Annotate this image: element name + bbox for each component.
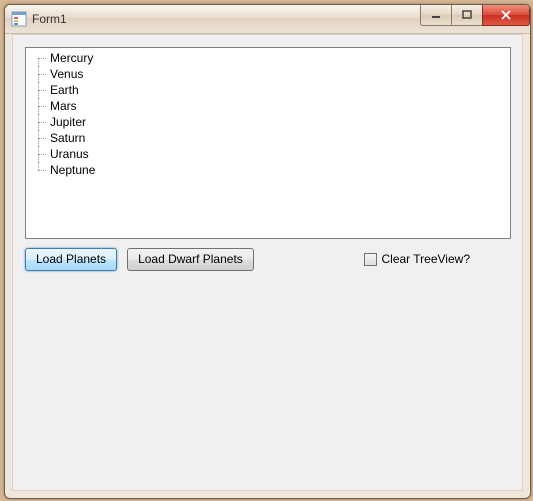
window-title: Form1 xyxy=(32,12,67,26)
tree-node-label: Uranus xyxy=(48,146,91,162)
clear-treeview-checkbox[interactable]: Clear TreeView? xyxy=(364,252,471,266)
tree-node[interactable]: Mars xyxy=(26,98,510,114)
tree-node-label: Jupiter xyxy=(48,114,88,130)
checkbox-box[interactable] xyxy=(364,253,377,266)
tree-node[interactable]: Earth xyxy=(26,82,510,98)
tree-connector xyxy=(30,98,48,114)
tree-node-label: Neptune xyxy=(48,162,97,178)
load-planets-button[interactable]: Load Planets xyxy=(25,248,117,271)
window-frame: Form1 Mercury Venus xyxy=(4,4,531,499)
tree-connector xyxy=(30,130,48,146)
tree-node[interactable]: Neptune xyxy=(26,162,510,178)
tree-node[interactable]: Mercury xyxy=(26,50,510,66)
app-icon xyxy=(11,11,27,27)
tree-node-label: Mercury xyxy=(48,50,95,66)
treeview[interactable]: Mercury Venus Earth Mars Jupiter Saturn xyxy=(25,47,511,239)
tree-connector xyxy=(30,114,48,130)
tree-node[interactable]: Saturn xyxy=(26,130,510,146)
client-area: Mercury Venus Earth Mars Jupiter Saturn xyxy=(12,34,523,491)
load-dwarf-planets-button[interactable]: Load Dwarf Planets xyxy=(127,248,254,271)
tree-node-label: Earth xyxy=(48,82,81,98)
close-button[interactable] xyxy=(482,5,530,26)
button-row: Load Planets Load Dwarf Planets Clear Tr… xyxy=(25,247,510,271)
tree-node[interactable]: Jupiter xyxy=(26,114,510,130)
tree-connector xyxy=(30,50,48,66)
tree-node[interactable]: Uranus xyxy=(26,146,510,162)
tree-connector xyxy=(30,146,48,162)
tree-node[interactable]: Venus xyxy=(26,66,510,82)
checkbox-label: Clear TreeView? xyxy=(382,252,471,266)
tree-connector xyxy=(30,66,48,82)
tree-node-label: Saturn xyxy=(48,130,87,146)
tree-connector xyxy=(30,162,48,178)
maximize-button[interactable] xyxy=(451,5,483,26)
maximize-icon xyxy=(462,10,472,20)
tree-node-label: Venus xyxy=(48,66,85,82)
window-controls xyxy=(421,5,530,25)
tree-connector xyxy=(30,82,48,98)
close-icon xyxy=(500,10,512,20)
minimize-button[interactable] xyxy=(420,5,452,26)
tree-node-label: Mars xyxy=(48,98,79,114)
minimize-icon xyxy=(431,10,441,20)
titlebar[interactable]: Form1 xyxy=(5,5,530,34)
